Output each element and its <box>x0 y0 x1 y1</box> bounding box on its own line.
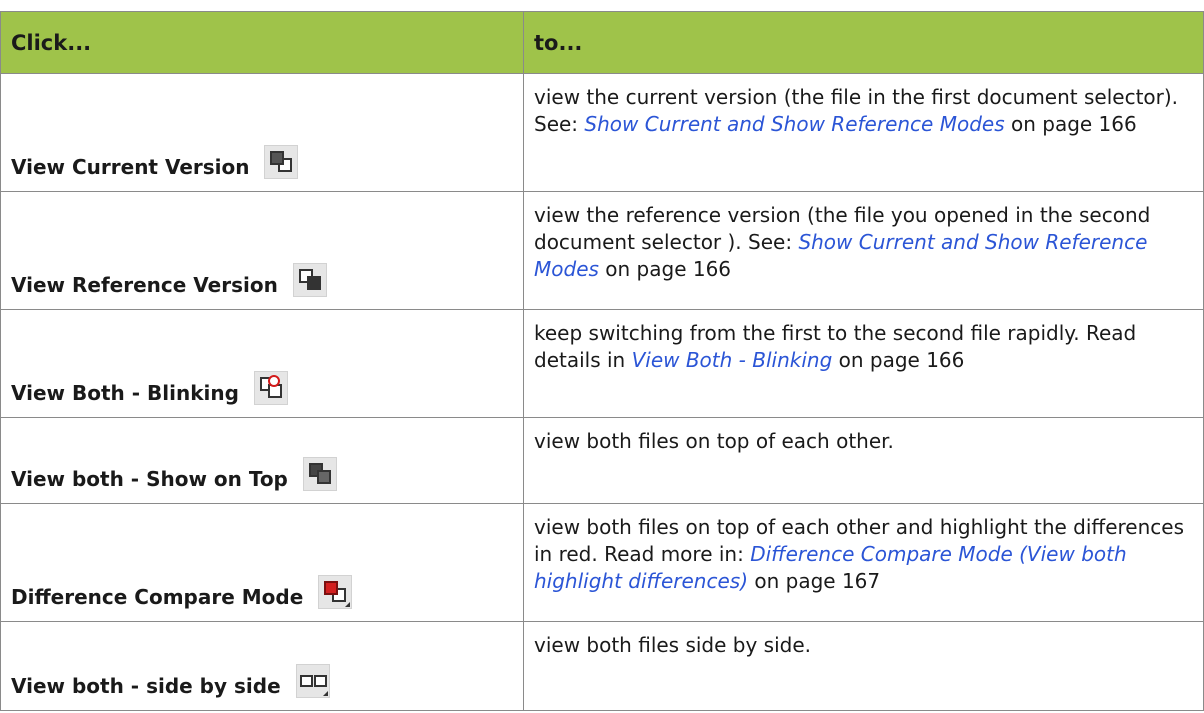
table-row: View Both - Blinking keep switching from… <box>0 309 1204 418</box>
click-cell: View Reference Version <box>0 191 524 310</box>
table-header-row: Click... to... <box>0 11 1204 74</box>
view-current-version-icon[interactable] <box>264 145 299 179</box>
description-cell: view the reference version (the file you… <box>523 191 1204 310</box>
description-cell: view the current version (the file in th… <box>523 73 1204 192</box>
click-label: View Reference Version <box>11 273 278 297</box>
page-reference: on page 166 <box>832 348 965 372</box>
view-both-side-by-side-icon[interactable] <box>295 664 330 698</box>
table-row: View both - side by side view both files… <box>0 621 1204 711</box>
description-cell: view both files side by side. <box>523 621 1204 711</box>
click-label: View both - side by side <box>11 674 281 698</box>
view-both-show-on-top-icon[interactable] <box>302 457 337 491</box>
header-to: to... <box>523 11 1204 74</box>
click-label: View both - Show on Top <box>11 467 288 491</box>
view-reference-version-icon[interactable] <box>292 263 327 297</box>
table-row: View Current Version view the current ve… <box>0 73 1204 192</box>
click-cell: Difference Compare Mode <box>0 503 524 622</box>
description-cell: view both files on top of each other and… <box>523 503 1204 622</box>
click-label: Difference Compare Mode <box>11 585 304 609</box>
table-row: Difference Compare Mode view both files … <box>0 503 1204 622</box>
page-reference: on page 166 <box>598 257 732 281</box>
click-cell: View Both - Blinking <box>0 309 524 418</box>
cross-reference-link[interactable]: View Both - Blinking <box>632 348 833 372</box>
header-click: Click... <box>0 11 524 74</box>
cross-reference-link[interactable]: Show Current and Show Reference Modes <box>584 112 1004 136</box>
description-text: view both files side by side. <box>534 633 812 657</box>
description-cell: view both files on top of each other. <box>523 417 1204 504</box>
difference-compare-mode-icon[interactable] <box>318 575 353 609</box>
table-row: View both - Show on Top view both files … <box>0 417 1204 504</box>
click-label: View Current Version <box>11 155 250 179</box>
click-cell: View both - Show on Top <box>0 417 524 504</box>
page-reference: on page 166 <box>1004 112 1137 136</box>
table-row: View Reference Version view the referenc… <box>0 191 1204 310</box>
click-label: View Both - Blinking <box>11 381 239 405</box>
description-text: view both files on top of each other. <box>534 429 894 453</box>
click-cell: View Current Version <box>0 73 524 192</box>
description-cell: keep switching from the first to the sec… <box>523 309 1204 418</box>
click-cell: View both - side by side <box>0 621 524 711</box>
modes-table: Click... to... View Current Version view… <box>0 11 1204 711</box>
view-both-blinking-icon[interactable] <box>253 371 288 405</box>
page-reference: on page 167 <box>748 569 881 593</box>
